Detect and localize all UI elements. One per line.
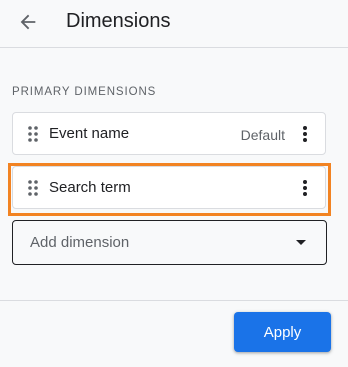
page-title: Dimensions — [66, 10, 171, 32]
dropdown-arrow-icon — [296, 240, 306, 245]
arrow-back-icon — [20, 14, 36, 30]
dimension-name: Event name — [49, 125, 130, 142]
more-options-button[interactable] — [293, 175, 317, 201]
footer-divider — [0, 300, 348, 301]
panel-header: Dimensions — [0, 0, 348, 48]
apply-button[interactable]: Apply — [234, 312, 331, 352]
more-vert-icon — [303, 126, 307, 142]
add-dimension-label: Add dimension — [30, 234, 130, 251]
drag-handle-icon[interactable] — [27, 179, 39, 197]
default-badge: Default — [240, 127, 285, 143]
section-label-primary-dimensions: PRIMARY DIMENSIONS — [12, 86, 157, 98]
more-options-button[interactable] — [293, 121, 317, 147]
back-button[interactable] — [8, 4, 48, 40]
more-vert-icon — [303, 180, 307, 196]
dimensions-panel: Dimensions PRIMARY DIMENSIONS Event name… — [0, 0, 348, 367]
dimension-name: Search term — [49, 179, 131, 196]
add-dimension-dropdown[interactable]: Add dimension — [12, 220, 327, 265]
dimension-row-event-name[interactable]: Event name Default — [12, 112, 326, 155]
drag-handle-icon[interactable] — [27, 125, 39, 143]
dimension-row-search-term[interactable]: Search term — [12, 166, 326, 209]
